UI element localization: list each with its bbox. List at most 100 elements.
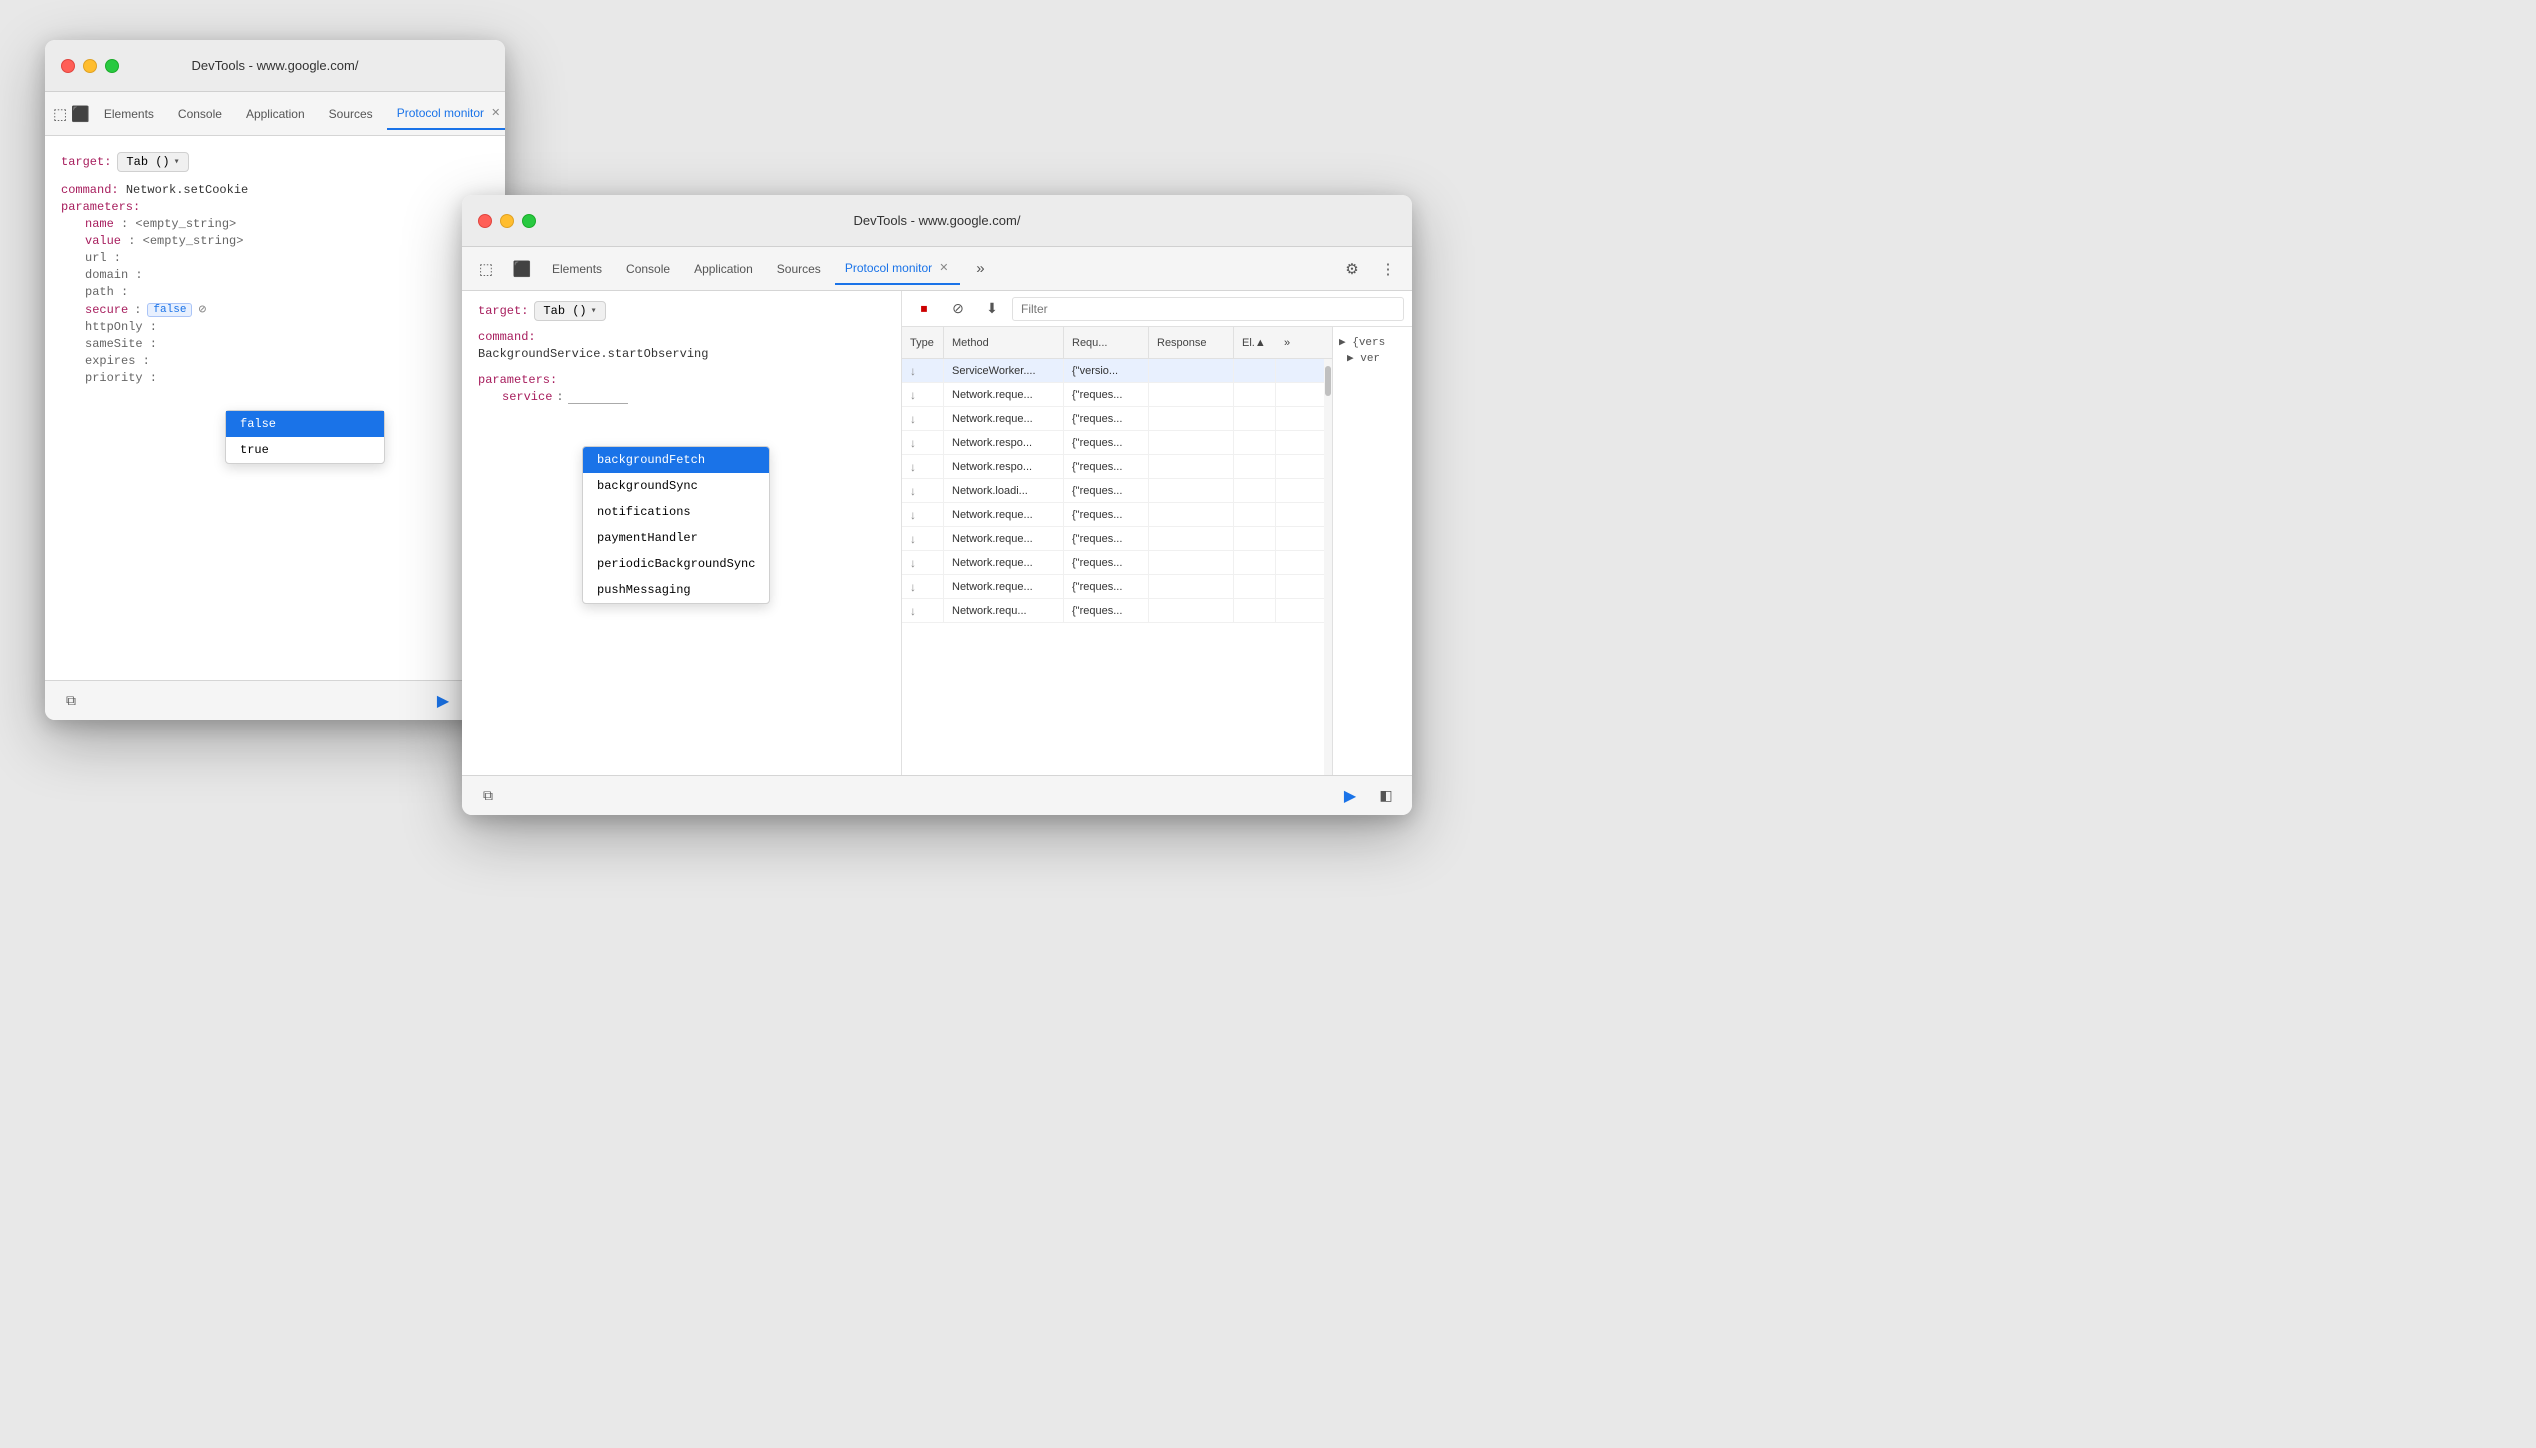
table-row-10[interactable]: ↓ Network.requ... {"reques... xyxy=(902,599,1332,623)
tab-toolbar-2: ⬚ ⬛ Elements Console Application Sources… xyxy=(462,247,1412,291)
download-button-2[interactable]: ⬇ xyxy=(978,295,1006,323)
row9-request: {"reques... xyxy=(1064,575,1149,598)
table-row-3[interactable]: ↓ Network.respo... {"reques... xyxy=(902,431,1332,455)
right-line-2: ▶ ver xyxy=(1339,351,1406,365)
inspect-icon-2[interactable]: ⬛ xyxy=(506,253,538,285)
secure-clear-icon[interactable]: ⊘ xyxy=(198,302,206,317)
bottom-bar-2: ⧉ ▶ ◧ xyxy=(462,775,1412,815)
tab-elements-1[interactable]: Elements xyxy=(94,98,164,130)
row8-request: {"reques... xyxy=(1064,551,1149,574)
filter-input-2[interactable] xyxy=(1012,297,1404,321)
title-bar-2: DevTools - www.google.com/ xyxy=(462,195,1412,247)
send-button-1[interactable]: ▶ xyxy=(429,687,457,715)
target-chevron-2: ▾ xyxy=(591,305,597,317)
dropdown-item-periodicBackgroundSync[interactable]: periodicBackgroundSync xyxy=(583,551,769,577)
send-button-2[interactable]: ▶ xyxy=(1336,782,1364,810)
dropdown-item-paymentHandler[interactable]: paymentHandler xyxy=(583,525,769,551)
row10-response xyxy=(1149,599,1234,622)
param-httponly-1: httpOnly : xyxy=(61,320,489,334)
target-select-1[interactable]: Tab () ▾ xyxy=(117,152,188,172)
param-domain-1: domain : xyxy=(61,268,489,282)
row9-elapsed xyxy=(1234,575,1276,598)
cursor-icon[interactable]: ⬚ xyxy=(53,98,67,130)
tab-protocol-monitor-2[interactable]: Protocol monitor ✕ xyxy=(835,253,961,285)
clear-button-2[interactable]: ⊘ xyxy=(944,295,972,323)
row7-type: ↓ xyxy=(902,527,944,550)
devtools-window-2: DevTools - www.google.com/ ⬚ ⬛ Elements … xyxy=(462,195,1412,815)
close-button-1[interactable] xyxy=(61,59,75,73)
scrollbar-thumb-2[interactable] xyxy=(1325,366,1331,396)
title-bar-1: DevTools - www.google.com/ xyxy=(45,40,505,92)
table-row-8[interactable]: ↓ Network.reque... {"reques... xyxy=(902,551,1332,575)
secure-false-badge[interactable]: false xyxy=(147,303,192,317)
tab-console-1[interactable]: Console xyxy=(168,98,232,130)
target-select-2[interactable]: Tab () ▾ xyxy=(534,301,605,321)
record-stop-button-2[interactable]: ⏹ xyxy=(910,295,938,323)
maximize-button-1[interactable] xyxy=(105,59,119,73)
tab-elements-2[interactable]: Elements xyxy=(542,253,612,285)
service-input-2[interactable] xyxy=(568,390,628,404)
maximize-button-2[interactable] xyxy=(522,214,536,228)
bool-item-true[interactable]: true xyxy=(226,437,384,463)
row3-response xyxy=(1149,431,1234,454)
tab-application-1[interactable]: Application xyxy=(236,98,315,130)
table-row-6[interactable]: ↓ Network.reque... {"reques... xyxy=(902,503,1332,527)
service-row-2: service : xyxy=(478,390,885,404)
bool-dropdown-1[interactable]: false true xyxy=(225,410,385,464)
cursor-icon-2[interactable]: ⬚ xyxy=(470,253,502,285)
copy-icon-1[interactable]: ⧉ xyxy=(57,687,85,715)
copy-icon-2[interactable]: ⧉ xyxy=(474,782,502,810)
table-row-9[interactable]: ↓ Network.reque... {"reques... xyxy=(902,575,1332,599)
dropdown-item-notifications[interactable]: notifications xyxy=(583,499,769,525)
row1-elapsed xyxy=(1234,383,1276,406)
command-area-2: command: BackgroundService.startObservin… xyxy=(462,325,901,366)
param-name-1: name : <empty_string> xyxy=(61,217,489,231)
dropdown-item-pushMessaging[interactable]: pushMessaging xyxy=(583,577,769,603)
inspect-icon[interactable]: ⬛ xyxy=(71,98,90,130)
params-label-2: parameters: xyxy=(478,373,885,387)
row1-type: ↓ xyxy=(902,383,944,406)
row7-method: Network.reque... xyxy=(944,527,1064,550)
table-row-0[interactable]: ↓ ServiceWorker.... {"versio... xyxy=(902,359,1332,383)
tab-application-2[interactable]: Application xyxy=(684,253,763,285)
row9-response xyxy=(1149,575,1234,598)
minimize-button-1[interactable] xyxy=(83,59,97,73)
tab-sources-2[interactable]: Sources xyxy=(767,253,831,285)
minimize-button-2[interactable] xyxy=(500,214,514,228)
row10-request: {"reques... xyxy=(1064,599,1149,622)
table-row-5[interactable]: ↓ Network.loadi... {"reques... xyxy=(902,479,1332,503)
col-type-2: Type xyxy=(902,327,944,358)
table-row-4[interactable]: ↓ Network.respo... {"reques... xyxy=(902,455,1332,479)
tab-console-2[interactable]: Console xyxy=(616,253,680,285)
tab-close-1[interactable]: ✕ xyxy=(489,104,502,121)
row1-response xyxy=(1149,383,1234,406)
row3-request: {"reques... xyxy=(1064,431,1149,454)
row5-request: {"reques... xyxy=(1064,479,1149,502)
row3-elapsed xyxy=(1234,431,1276,454)
tab-protocol-monitor-1[interactable]: Protocol monitor ✕ xyxy=(387,98,505,130)
table-row-2[interactable]: ↓ Network.reque... {"reques... xyxy=(902,407,1332,431)
dropdown-item-backgroundFetch[interactable]: backgroundFetch xyxy=(583,447,769,473)
row5-type: ↓ xyxy=(902,479,944,502)
table-row-1[interactable]: ↓ Network.reque... {"reques... xyxy=(902,383,1332,407)
tab-sources-1[interactable]: Sources xyxy=(319,98,383,130)
dropdown-item-backgroundSync[interactable]: backgroundSync xyxy=(583,473,769,499)
row0-request: {"versio... xyxy=(1064,359,1149,382)
service-dropdown-2[interactable]: backgroundFetch backgroundSync notificat… xyxy=(582,446,770,604)
tab-close-2[interactable]: ✕ xyxy=(937,259,950,276)
traffic-lights-2 xyxy=(478,214,536,228)
close-button-2[interactable] xyxy=(478,214,492,228)
more-cols-2[interactable]: » xyxy=(1276,327,1304,358)
window-body-1: ⏹ ⊘ ⬇ Type Method Requ... Response El.▲ … xyxy=(45,136,505,720)
param-expires-1: expires : xyxy=(61,354,489,368)
table-body-2: ↓ ServiceWorker.... {"versio... ↓ Networ… xyxy=(902,359,1332,775)
bool-item-false[interactable]: false xyxy=(226,411,384,437)
more-icon-2[interactable]: ⋮ xyxy=(1372,253,1404,285)
more-tabs-icon-2[interactable]: » xyxy=(964,253,996,285)
row6-elapsed xyxy=(1234,503,1276,526)
settings-icon-2[interactable]: ⚙ xyxy=(1336,253,1368,285)
table-row-7[interactable]: ↓ Network.reque... {"reques... xyxy=(902,527,1332,551)
sidebar-icon-2[interactable]: ◧ xyxy=(1372,782,1400,810)
left-code-area-2: target: Tab () ▾ command: BackgroundServ… xyxy=(462,291,902,775)
param-priority-1: priority : xyxy=(61,371,489,385)
